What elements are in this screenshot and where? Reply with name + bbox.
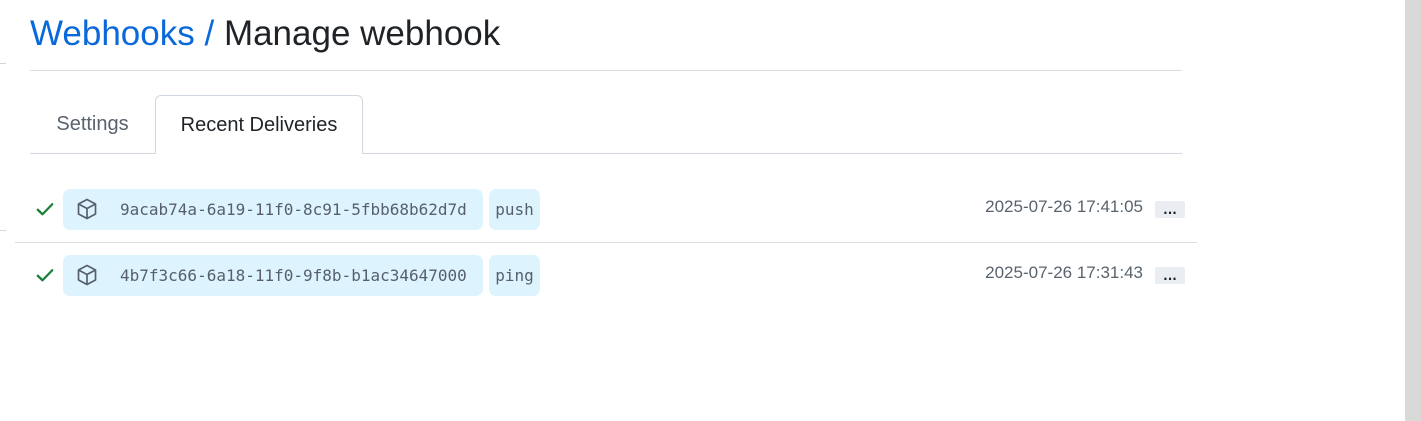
page-title: Webhooks / Manage webhook <box>30 13 500 55</box>
delivery-guid-button[interactable]: 9acab74a-6a19-11f0-8c91-5fbb68b62d7d <box>63 189 483 230</box>
more-options-button[interactable]: ... <box>1155 267 1185 284</box>
breadcrumb-separator: / <box>204 14 215 53</box>
edge-divider <box>0 63 6 64</box>
delivery-row: 9acab74a-6a19-11f0-8c91-5fbb68b62d7d pus… <box>15 177 1197 243</box>
delivery-timestamp: 2025-07-26 17:31:43 <box>985 263 1143 282</box>
package-icon <box>77 264 97 286</box>
edge-divider <box>0 230 6 231</box>
delivery-guid: 4b7f3c66-6a18-11f0-9f8b-b1ac34647000 <box>120 266 467 285</box>
event-badge: ping <box>489 255 540 296</box>
check-icon <box>36 269 54 282</box>
check-icon <box>36 203 54 216</box>
more-options-button[interactable]: ... <box>1155 201 1185 218</box>
package-icon <box>77 198 97 220</box>
vertical-scrollbar[interactable] <box>1405 0 1421 421</box>
delivery-guid-button[interactable]: 4b7f3c66-6a18-11f0-9f8b-b1ac34647000 <box>63 255 483 296</box>
delivery-timestamp: 2025-07-26 17:41:05 <box>985 197 1143 216</box>
tab-settings[interactable]: Settings <box>30 95 155 153</box>
delivery-guid: 9acab74a-6a19-11f0-8c91-5fbb68b62d7d <box>120 200 467 219</box>
breadcrumb-current: Manage webhook <box>223 14 501 53</box>
breadcrumb-webhooks-link[interactable]: Webhooks <box>30 14 195 53</box>
event-badge: push <box>489 189 540 230</box>
tab-recent-deliveries[interactable]: Recent Deliveries <box>155 95 363 154</box>
page-header: Webhooks / Manage webhook <box>30 0 1182 71</box>
delivery-row: 4b7f3c66-6a18-11f0-9f8b-b1ac34647000 pin… <box>15 243 1197 308</box>
tab-bar: Settings Recent Deliveries <box>30 95 1182 154</box>
